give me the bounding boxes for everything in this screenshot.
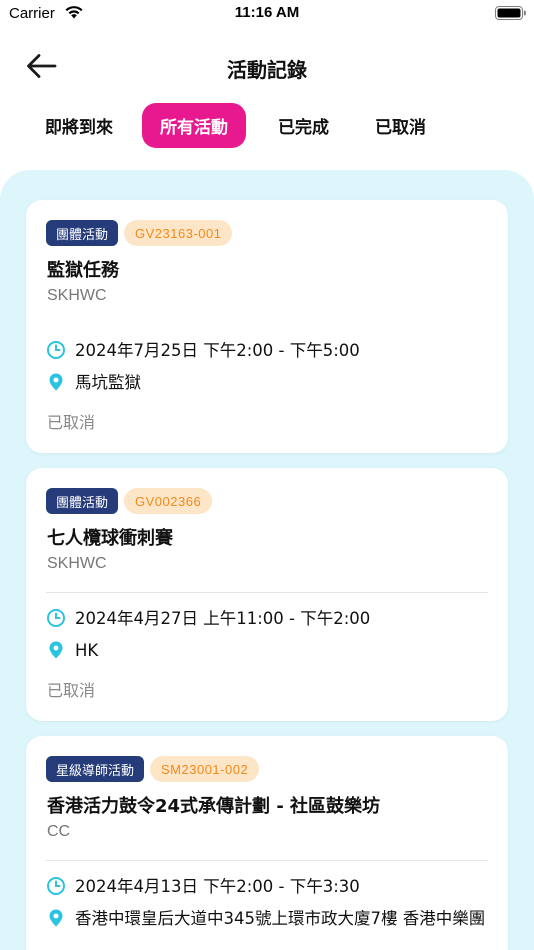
activity-code-badge: GV002366: [124, 488, 213, 514]
activity-datetime: 2024年7月25日 下午2:00 - 下午5:00: [75, 341, 360, 360]
activity-location: 馬坑監獄: [75, 373, 141, 392]
activity-card[interactable]: 星級導師活動 SM23001-002 香港活力鼓令24式承傳計劃 - 社區鼓樂坊…: [26, 736, 508, 950]
activity-code-badge: GV23163-001: [124, 220, 233, 246]
activity-code-badge: SM23001-002: [150, 756, 260, 782]
activity-type-badge: 團體活動: [46, 488, 119, 514]
map-pin-icon: [49, 909, 63, 927]
status-bar: Carrier 11:16 AM: [0, 0, 534, 28]
activity-location-row: 馬坑監獄: [46, 372, 141, 394]
page-title: 活動記錄: [227, 58, 307, 82]
activity-status: 已取消: [47, 413, 96, 432]
activity-datetime-row: 2024年7月25日 下午2:00 - 下午5:00: [46, 340, 360, 362]
activity-datetime: 2024年4月13日 下午2:00 - 下午3:30: [75, 877, 360, 896]
activity-card[interactable]: 團體活動 GV002366 七人欖球衝刺賽 SKHWC 2024年4月27日 上…: [26, 468, 508, 721]
tab-all-activities[interactable]: 所有活動: [142, 103, 246, 148]
clock-icon: [47, 609, 65, 627]
activity-datetime-row: 2024年4月27日 上午11:00 - 下午2:00: [46, 608, 370, 630]
activity-datetime: 2024年4月27日 上午11:00 - 下午2:00: [75, 609, 371, 628]
activity-status: 已取消: [47, 681, 96, 700]
card-divider: [46, 592, 488, 593]
activity-list[interactable]: 團體活動 GV23163-001 監獄任務 SKHWC 2024年7月25日 下…: [0, 170, 534, 950]
activity-title: 監獄任務: [47, 260, 119, 281]
activity-title: 七人欖球衝刺賽: [47, 528, 173, 549]
tab-label: 已完成: [278, 118, 329, 138]
activity-location: 香港中環皇后大道中345號上環市政大廈7樓 香港中樂團: [75, 909, 486, 928]
map-pin-icon: [49, 641, 63, 659]
activity-organizer: SKHWC: [47, 555, 107, 572]
filter-tabs: 即將到來 所有活動 已完成 已取消: [0, 103, 534, 149]
navigation-header: 活動記錄: [0, 40, 534, 92]
activity-location-row: 香港中環皇后大道中345號上環市政大廈7樓 香港中樂團: [46, 908, 486, 930]
activity-organizer: CC: [47, 823, 71, 840]
tab-label: 即將到來: [45, 118, 113, 138]
status-time: 11:16 AM: [234, 4, 300, 21]
tab-completed[interactable]: 已完成: [260, 103, 347, 148]
card-divider: [46, 860, 488, 861]
tab-label: 已取消: [375, 118, 426, 138]
activity-location-row: HK: [46, 640, 98, 662]
activity-location: HK: [75, 641, 99, 660]
activity-type-badge: 團體活動: [46, 220, 119, 246]
activity-title: 香港活力鼓令24式承傳計劃 - 社區鼓樂坊: [47, 796, 381, 817]
tab-cancelled[interactable]: 已取消: [357, 103, 444, 148]
battery-icon: [495, 6, 527, 26]
activity-datetime-row: 2024年4月13日 下午2:00 - 下午3:30: [46, 876, 360, 898]
clock-icon: [47, 341, 65, 359]
tab-label: 所有活動: [160, 118, 228, 138]
activity-card[interactable]: 團體活動 GV23163-001 監獄任務 SKHWC 2024年7月25日 下…: [26, 200, 508, 453]
activity-organizer: SKHWC: [47, 287, 107, 304]
tab-upcoming[interactable]: 即將到來: [27, 103, 131, 148]
activity-type-badge: 星級導師活動: [46, 756, 145, 782]
map-pin-icon: [49, 373, 63, 391]
clock-icon: [47, 877, 65, 895]
